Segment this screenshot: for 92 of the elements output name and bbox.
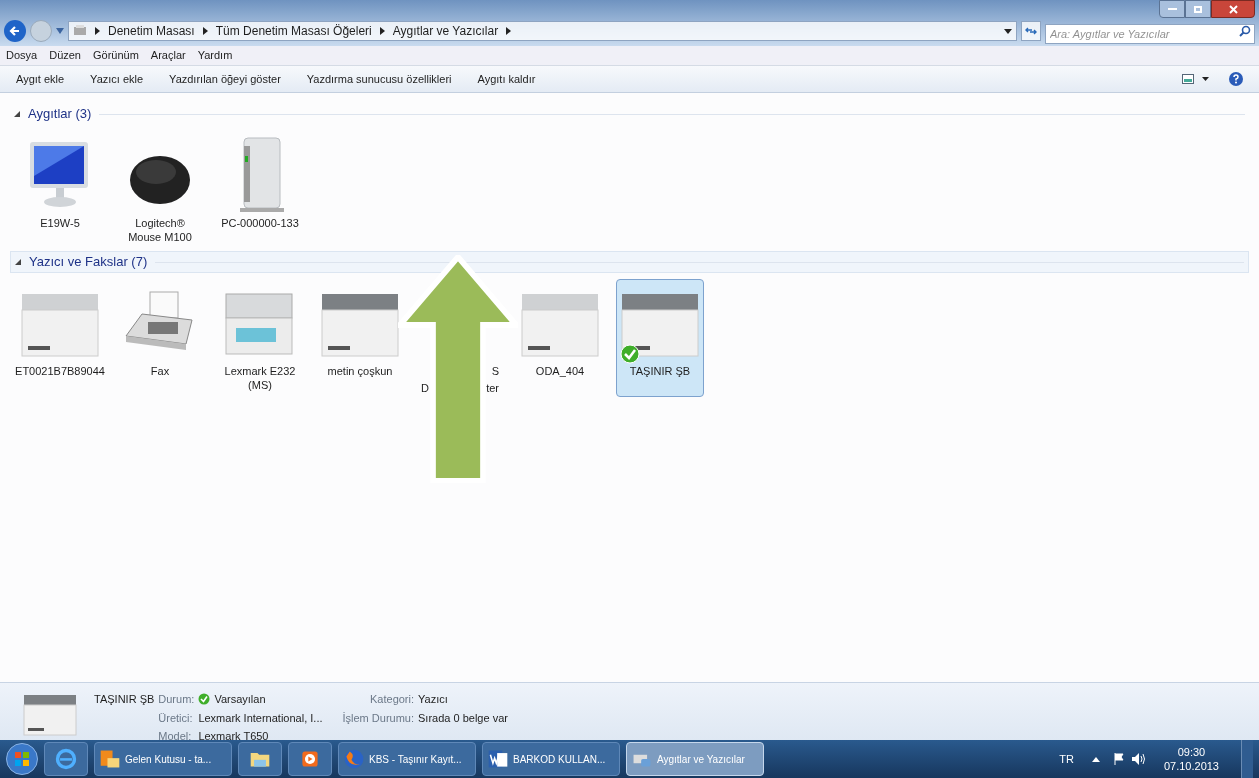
breadcrumb-item[interactable]: Aygıtlar ve Yazıcılar: [392, 22, 499, 40]
tray-expand-icon[interactable]: [1091, 756, 1100, 762]
clock[interactable]: 09:30 07.10.2013: [1163, 745, 1219, 773]
toolbar-button[interactable]: Yazdırılan öğeyi göster: [169, 70, 281, 88]
field-label: Durum:: [158, 692, 195, 707]
search-field[interactable]: Ara: Aygıtlar ve Yazıcılar: [1045, 24, 1255, 44]
minimize-button[interactable]: [1159, 0, 1185, 18]
group-title: Yazıcı ve Fakslar (7): [29, 253, 148, 272]
taskbar-button[interactable]: Gelen Kutusu - ta...: [94, 742, 232, 776]
breadcrumb-arrow-icon: [379, 27, 385, 35]
device-label: D: [421, 380, 429, 396]
group-header[interactable]: Aygıtlar (3): [10, 103, 1249, 125]
device-item[interactable]: Logitech® Mouse M100: [116, 131, 204, 245]
back-arrow-icon: [9, 25, 21, 37]
language-indicator[interactable]: TR: [1059, 750, 1074, 768]
field-value: Varsayılan: [198, 691, 323, 708]
breadcrumb-arrow-icon: [202, 27, 208, 35]
device-item[interactable]: Lexmark E232 (MS): [216, 279, 304, 397]
device-item[interactable]: E19W-5: [16, 131, 104, 245]
menu-item[interactable]: Görünüm: [93, 47, 139, 64]
refresh-button[interactable]: [1021, 21, 1041, 41]
device-item[interactable]: PC-000000-133: [216, 131, 304, 245]
toolbar-button[interactable]: Aygıtı kaldır: [477, 70, 536, 88]
taskbar-button[interactable]: KBS - Taşınır Kayıt...: [338, 742, 476, 776]
windows-logo-icon: [14, 751, 30, 767]
breadcrumb-item[interactable]: Denetim Masası: [108, 22, 195, 40]
collapse-triangle-icon: [15, 259, 21, 265]
view-button[interactable]: [1182, 74, 1209, 84]
device-label: Logitech® Mouse M100: [128, 216, 192, 244]
toolbar-button[interactable]: Yazdırma sunucusu özellikleri: [306, 70, 452, 88]
device-label: ET0021B7B89044: [15, 364, 105, 378]
dropdown-caret-icon: [56, 28, 64, 34]
menu-item[interactable]: Düzen: [49, 47, 81, 64]
breadcrumb-item[interactable]: Tüm Denetim Masası Öğeleri: [215, 22, 372, 40]
device-label: E19W-5: [40, 216, 80, 230]
device-label: Lexmark E232 (MS): [224, 364, 296, 392]
clock-date: 07.10.2013: [1163, 759, 1219, 773]
back-button[interactable]: [4, 20, 26, 42]
device-item[interactable]: metin çoşkun: [316, 279, 404, 397]
dropdown-caret-icon: [1004, 28, 1012, 34]
menu-item[interactable]: Araçlar: [150, 47, 186, 64]
globe-fox-icon: [343, 748, 365, 770]
speaker-icon[interactable]: [1131, 753, 1146, 765]
control-panel-icon: [73, 24, 87, 38]
device-label: ODA_404: [535, 364, 585, 378]
dropdown-caret-icon: [1202, 77, 1209, 81]
breadcrumb-arrow-icon: [95, 27, 100, 35]
collapse-triangle-icon: [14, 111, 20, 117]
device-label: PC-000000-133: [221, 216, 299, 230]
device-label: Fax: [150, 364, 170, 378]
start-button[interactable]: [6, 743, 38, 775]
clock-time: 09:30: [1177, 745, 1206, 759]
field-label: Model:: [158, 729, 193, 744]
toolbar-button[interactable]: Aygıt ekle: [16, 70, 65, 88]
field-value: Lexmark T650: [198, 729, 270, 744]
taskbar-button[interactable]: [288, 742, 332, 776]
device-item[interactable]: TAŞINIR ŞB: [616, 279, 704, 397]
field-value: Lexmark International, I...: [198, 710, 323, 726]
field-value: Yazıcı: [418, 692, 449, 707]
close-icon: [1228, 4, 1238, 14]
group-header[interactable]: Yazıcı ve Fakslar (7): [10, 251, 1249, 273]
device-item[interactable]: Fax: [116, 279, 204, 397]
field-label: İşlem Durumu:: [341, 710, 415, 726]
field-label: Kategori:: [369, 692, 415, 707]
device-item[interactable]: ET0021B7B89044: [16, 279, 104, 397]
close-button[interactable]: [1211, 0, 1255, 18]
device-item[interactable]: ODA_404: [516, 279, 604, 397]
taskbar-button[interactable]: BARKOD KULLAN...: [482, 742, 620, 776]
maximize-button[interactable]: [1185, 0, 1211, 18]
breadcrumb-arrow-icon: [506, 27, 512, 35]
device-label: metin çoşkun: [327, 364, 393, 378]
view-icon: [1182, 74, 1194, 84]
refresh-arrows-icon: [1025, 26, 1037, 36]
device-label: ter: [486, 380, 499, 396]
flag-icon[interactable]: [1113, 753, 1126, 765]
address-bar[interactable]: Denetim Masası Tüm Denetim Masası Öğeleri Aygıtlar ve Yazıcılar: [68, 21, 1017, 41]
search-icon: [1239, 25, 1251, 37]
taskbar-button[interactable]: [238, 742, 282, 776]
menu-item[interactable]: Dosya: [6, 47, 38, 64]
help-button[interactable]: [1229, 72, 1243, 86]
browser-e-icon: [55, 748, 77, 770]
mail-app-icon: [99, 748, 121, 770]
menu-item[interactable]: Yardım: [197, 47, 233, 64]
device-label: TAŞINIR ŞB: [629, 364, 691, 378]
toolbar-button[interactable]: Yazıcı ekle: [90, 70, 144, 88]
field-value: Sırada 0 belge var: [418, 710, 508, 726]
field-label: Üretici:: [158, 710, 194, 726]
device-label: S: [491, 364, 499, 379]
play-icon: [299, 748, 321, 770]
group-title: Aygıtlar (3): [28, 105, 92, 124]
document-w-icon: [487, 748, 509, 770]
device-name: TAŞINIR ŞB: [94, 692, 155, 707]
